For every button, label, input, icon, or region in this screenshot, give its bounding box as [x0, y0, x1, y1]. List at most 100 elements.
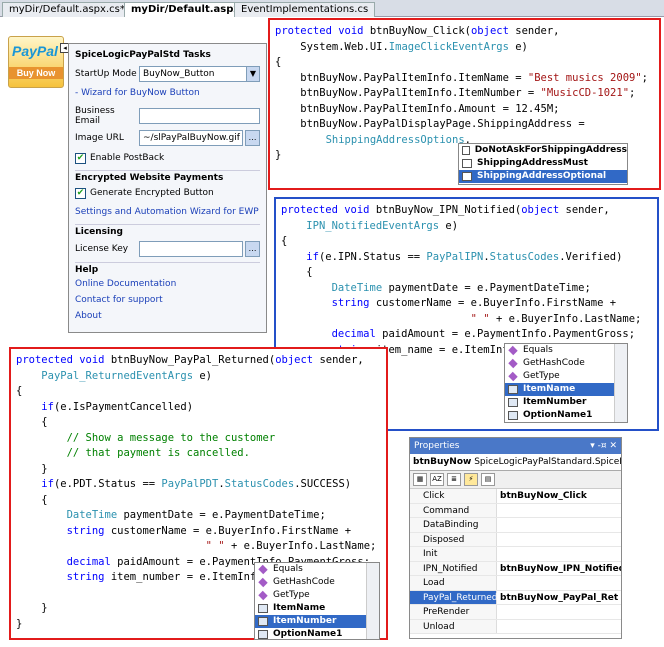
list-item-selected[interactable]: ItemName — [505, 383, 627, 396]
list-item[interactable]: GetHashCode — [505, 357, 627, 370]
intellisense-list-shipping[interactable]: DoNotAskForShippingAddress ShippingAddre… — [458, 143, 628, 185]
list-item[interactable]: ShippingAddressMust — [459, 157, 627, 170]
properties-window: Properties ▾ ‑¤ ✕ btnBuyNow SpiceLogicPa… — [409, 437, 622, 639]
browse-ellipsis-icon[interactable]: … — [245, 241, 260, 257]
list-item[interactable]: ItemNumber — [505, 396, 627, 409]
list-item[interactable]: Equals — [255, 563, 379, 576]
business-email-row: Business Email — [75, 105, 260, 127]
categorized-icon[interactable]: ▦ — [413, 473, 427, 486]
license-key-input[interactable] — [139, 241, 243, 257]
intellisense-list-iteminfo-pdt[interactable]: Equals GetHashCode GetType ItemName Item… — [254, 562, 380, 640]
property-pages-icon[interactable]: ▤ — [481, 473, 495, 486]
startup-mode-row: StartUp Mode BuyNow_Button ▼ — [75, 63, 260, 85]
enum-member-icon — [462, 146, 470, 155]
buy-now-label: Buy Now — [9, 67, 63, 79]
window-controls-icon[interactable]: ▾ ‑¤ ✕ — [590, 438, 617, 454]
object-type: SpiceLogicPayPalStandard.SpiceLogi — [474, 457, 621, 467]
generate-encrypted-row: ✔ Generate Encrypted Button — [75, 184, 260, 202]
property-row-init[interactable]: Init — [410, 547, 621, 562]
list-item-selected[interactable]: ItemNumber — [255, 615, 379, 628]
property-row-prerender[interactable]: PreRender — [410, 605, 621, 620]
property-icon — [508, 398, 518, 407]
enum-member-icon — [462, 172, 472, 181]
property-row-click[interactable]: Click btnBuyNow_Click — [410, 489, 621, 504]
paypal-logo: PayPal — [12, 43, 58, 59]
license-key-label: License Key — [75, 244, 129, 254]
method-icon — [258, 590, 268, 601]
scrollbar[interactable] — [614, 344, 627, 422]
property-icon — [508, 385, 518, 394]
about-link[interactable]: About — [75, 308, 260, 324]
generate-encrypted-label: Generate Encrypted Button — [90, 188, 214, 198]
property-row-ipn-notified[interactable]: IPN_Notified btnBuyNow_IPN_Notified — [410, 561, 621, 576]
list-item[interactable]: GetType — [505, 370, 627, 383]
browse-ellipsis-icon[interactable]: … — [245, 130, 260, 146]
chevron-down-icon[interactable]: ▼ — [246, 66, 260, 82]
buynow-wizard-link[interactable]: - Wizard for BuyNow Button — [75, 85, 260, 101]
paypal-buy-now-button[interactable]: PayPal Buy Now — [8, 36, 64, 88]
startup-mode-label: StartUp Mode — [75, 69, 137, 79]
scrollbar[interactable] — [366, 563, 379, 639]
alphabetical-icon[interactable]: AZ — [430, 473, 444, 486]
property-row-databinding[interactable]: DataBinding — [410, 518, 621, 533]
document-tab-strip: myDir/Default.aspx.cs* myDir/Default.asp… — [0, 0, 664, 17]
property-icon — [258, 617, 268, 626]
object-selector[interactable]: btnBuyNow SpiceLogicPayPalStandard.Spice… — [410, 454, 621, 471]
list-item[interactable]: Equals — [505, 344, 627, 357]
image-url-row: Image URL ~/slPayPalBuyNow.gif … — [75, 127, 260, 149]
property-icon — [508, 411, 518, 420]
list-item[interactable]: OptionName1 — [255, 628, 379, 641]
generate-encrypted-checkbox[interactable]: ✔ — [75, 187, 86, 199]
list-item[interactable]: GetType — [255, 589, 379, 602]
method-icon — [508, 358, 518, 369]
events-lightning-icon[interactable]: ⚡ — [464, 473, 478, 486]
contact-support-link[interactable]: Contact for support — [75, 292, 260, 308]
enum-member-icon — [462, 159, 472, 168]
property-row-disposed[interactable]: Disposed — [410, 532, 621, 547]
property-icon — [258, 604, 268, 613]
licensing-section-title: Licensing — [75, 224, 260, 238]
list-item[interactable]: DoNotAskForShippingAddress — [459, 144, 627, 157]
tasks-panel: SpiceLogicPayPalStd Tasks StartUp Mode B… — [68, 43, 267, 333]
tab-event-implementations[interactable]: EventImplementations.cs — [234, 2, 376, 17]
enable-postback-label: Enable PostBack — [90, 153, 165, 163]
ewp-wizard-link[interactable]: Settings and Automation Wizard for EWP — [75, 204, 260, 220]
method-icon — [508, 371, 518, 382]
method-icon — [508, 345, 518, 356]
properties-title-bar: Properties ▾ ‑¤ ✕ — [410, 438, 621, 454]
property-icon — [258, 630, 268, 639]
method-icon — [258, 577, 268, 588]
online-documentation-link[interactable]: Online Documentation — [75, 276, 260, 292]
tasks-title: SpiceLogicPayPalStd Tasks — [75, 50, 211, 60]
designer-surface: PayPal Buy Now ◂ SpiceLogicPayPalStd Tas… — [0, 17, 268, 333]
list-item[interactable]: OptionName1 — [505, 409, 627, 422]
list-item[interactable]: GetHashCode — [255, 576, 379, 589]
paypal-logo-pal: Pal — [36, 43, 58, 59]
ewp-section-title: Encrypted Website Payments — [75, 170, 260, 184]
enable-postback-checkbox[interactable]: ✔ — [75, 152, 86, 164]
help-section-title: Help — [75, 262, 260, 276]
object-name: btnBuyNow — [413, 457, 472, 467]
tab-default-aspx-cs[interactable]: myDir/Default.aspx.cs* — [2, 2, 132, 17]
list-item-selected[interactable]: ShippingAddressOptional — [459, 170, 627, 183]
startup-mode-select[interactable]: BuyNow_Button — [139, 66, 247, 82]
property-row-command[interactable]: Command — [410, 503, 621, 518]
enable-postback-row: ✔ Enable PostBack — [75, 149, 260, 167]
properties-grid: Click btnBuyNow_Click Command DataBinding… — [410, 489, 621, 634]
business-email-input[interactable] — [139, 108, 260, 124]
image-url-input[interactable]: ~/slPayPalBuyNow.gif — [139, 130, 243, 146]
intellisense-list-iteminfo-ipn[interactable]: Equals GetHashCode GetType ItemName Item… — [504, 343, 628, 423]
property-row-load[interactable]: Load — [410, 576, 621, 591]
image-url-label: Image URL — [75, 133, 124, 143]
list-item[interactable]: ItemName — [255, 602, 379, 615]
paypal-logo-pay: Pay — [12, 43, 37, 59]
properties-icon[interactable]: ≣ — [447, 473, 461, 486]
property-row-paypal-returned[interactable]: PayPal_Returned btnBuyNow_PayPal_Ret — [410, 590, 621, 605]
license-key-row: License Key … — [75, 238, 260, 260]
tab-default-aspx[interactable]: myDir/Default.aspx* — [124, 2, 253, 17]
business-email-label: Business Email — [75, 106, 115, 126]
properties-title: Properties — [414, 441, 460, 451]
properties-toolbar: ▦ AZ ≣ ⚡ ▤ — [410, 471, 621, 489]
property-row-unload[interactable]: Unload — [410, 619, 621, 634]
method-icon — [258, 564, 268, 575]
